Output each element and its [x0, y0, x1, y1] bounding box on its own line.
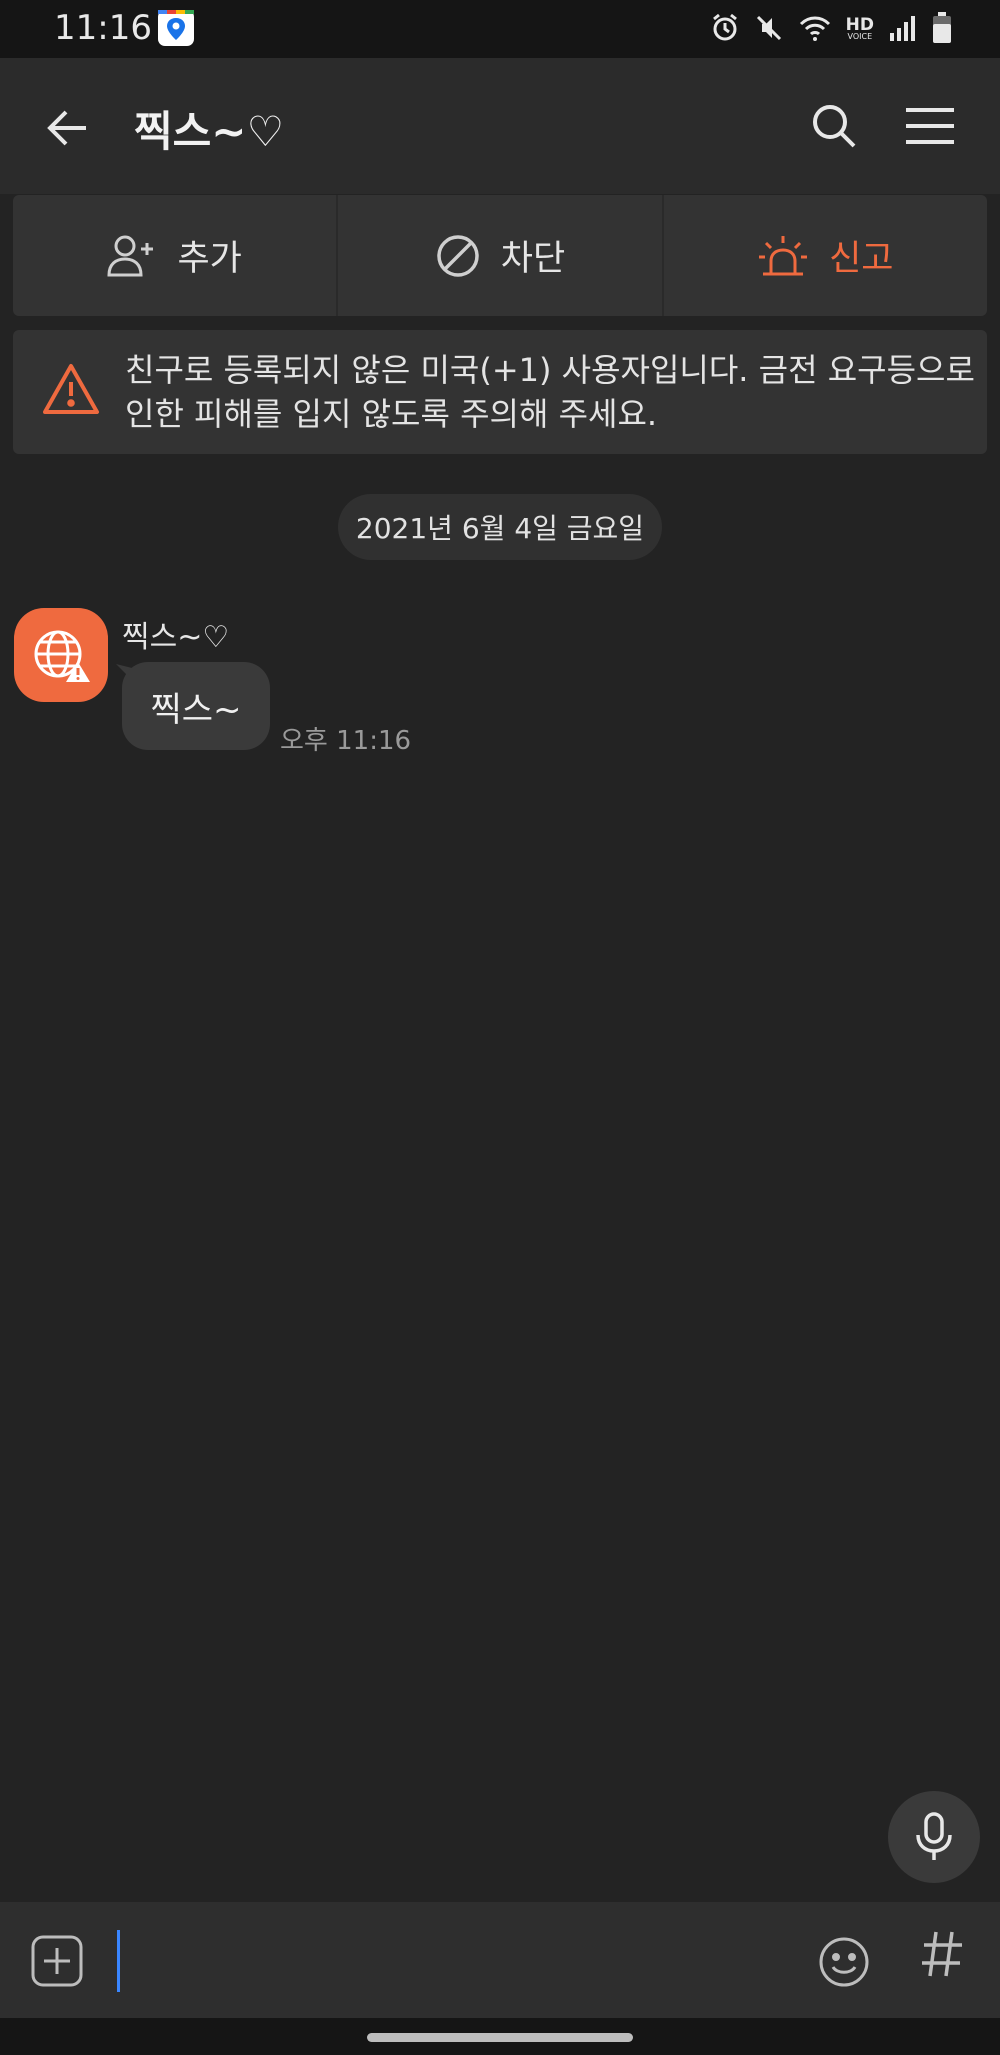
alarm-icon: [710, 13, 740, 47]
menu-button[interactable]: [900, 98, 960, 154]
report-button[interactable]: 신고: [661, 195, 987, 316]
stranger-warning-banner: 친구로 등록되지 않은 미국(+1) 사용자입니다. 금전 요구등으로 인한 피…: [13, 330, 987, 454]
warning-text: 친구로 등록되지 않은 미국(+1) 사용자입니다. 금전 요구등으로 인한 피…: [125, 351, 975, 433]
mute-icon: [754, 13, 784, 47]
hashtag-button[interactable]: [920, 1926, 964, 1993]
message-input-bar: [0, 1902, 1000, 2018]
voice-label: VOICE: [847, 32, 873, 41]
search-icon: [813, 105, 856, 148]
smiley-icon: [819, 1937, 869, 1987]
status-bar: 11:16 HD VOICE: [0, 0, 1000, 58]
chat-header: 찍스~♡: [0, 58, 1000, 194]
back-arrow-icon: [47, 110, 86, 146]
text-cursor: [117, 1930, 120, 1992]
date-separator: 2021년 6월 4일 금요일: [338, 494, 662, 560]
home-gesture-handle[interactable]: [367, 2033, 633, 2042]
block-label: 차단: [500, 239, 566, 279]
block-icon: [437, 234, 479, 277]
map-pin-app-icon: [158, 10, 194, 46]
search-button[interactable]: [806, 98, 862, 154]
sender-name: 찍스~♡: [122, 620, 230, 655]
signal-icon: [888, 13, 918, 47]
status-icons: HD VOICE: [710, 12, 952, 48]
add-label: 추가: [177, 239, 242, 279]
emoji-button[interactable]: [816, 1934, 872, 1990]
plus-icon: [31, 1935, 83, 1987]
hd-label: HD: [845, 15, 874, 35]
globe-warning-icon: [34, 630, 90, 682]
avatar[interactable]: [14, 608, 108, 702]
message-bubble[interactable]: 찍스~: [122, 662, 270, 750]
voice-input-button[interactable]: [888, 1791, 980, 1883]
chat-title: 찍스~♡: [134, 107, 285, 156]
navigation-bar: [0, 2018, 1000, 2055]
message-input[interactable]: [122, 1926, 782, 1996]
status-time: 11:16: [54, 8, 152, 48]
hashtag-icon: [922, 1931, 962, 1977]
block-button[interactable]: 차단: [336, 195, 661, 316]
message-time: 오후 11:16: [280, 726, 412, 756]
menu-icon: [906, 108, 954, 144]
wifi-icon: [798, 13, 832, 47]
back-button[interactable]: [40, 100, 96, 156]
warning-triangle-icon: [41, 362, 101, 416]
siren-icon: [759, 235, 808, 275]
add-friend-button[interactable]: 추가: [13, 195, 336, 316]
report-label: 신고: [829, 239, 894, 279]
hd-voice-icon: HD VOICE: [845, 15, 874, 42]
add-person-icon: [107, 235, 154, 276]
attach-button[interactable]: [30, 1934, 84, 1988]
action-bar: 추가 차단 신고: [13, 195, 987, 316]
microphone-icon: [916, 1812, 952, 1860]
battery-icon: [932, 12, 952, 48]
